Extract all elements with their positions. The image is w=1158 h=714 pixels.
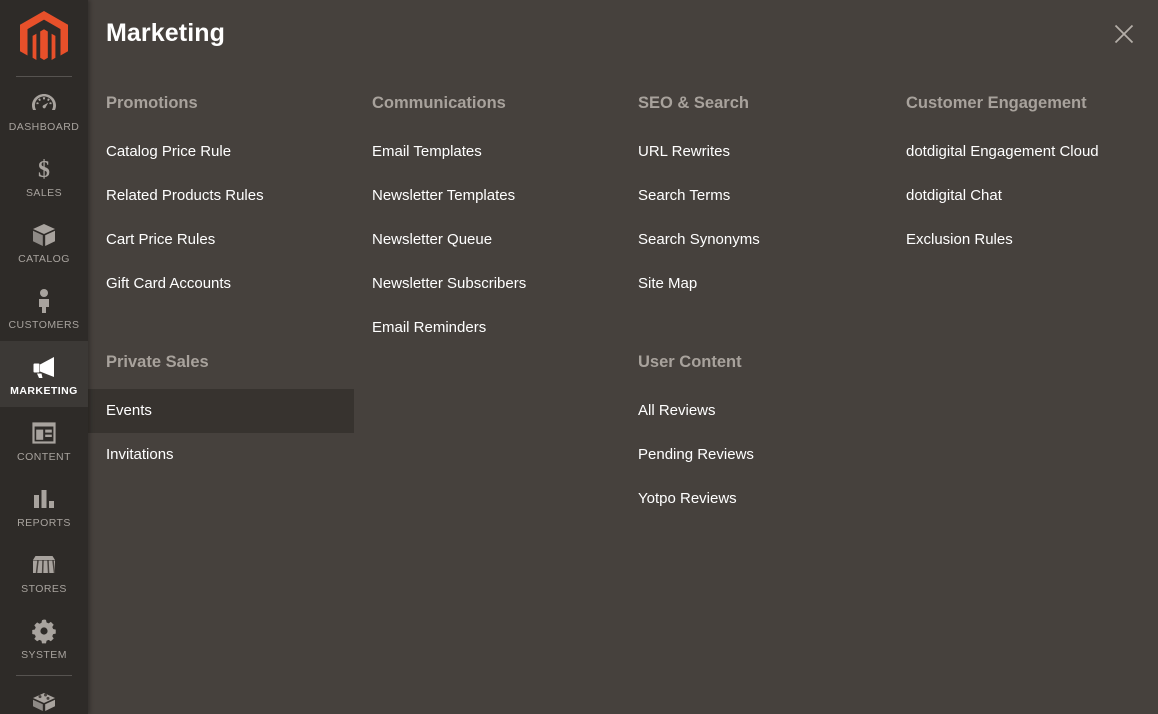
menu-item-email-reminders[interactable]: Email Reminders — [354, 306, 620, 350]
menu-item-catalog-price-rule[interactable]: Catalog Price Rule — [88, 130, 354, 174]
admin-menu-overlay: DASHBOARD $ SALES CATALOG — [0, 0, 1158, 714]
menu-item-newsletter-templates[interactable]: Newsletter Templates — [354, 174, 620, 218]
menu-group-customer-engagement: Customer Engagement dotdigital Engagemen… — [888, 93, 1146, 262]
menu-group-title: Promotions — [88, 93, 354, 113]
sidebar-item-system[interactable]: SYSTEM — [0, 605, 88, 671]
sidebar-item-catalog[interactable]: CATALOG — [0, 209, 88, 275]
sidebar-item-sales[interactable]: $ SALES — [0, 143, 88, 209]
menu-item-newsletter-subscribers[interactable]: Newsletter Subscribers — [354, 262, 620, 306]
box-icon — [2, 220, 86, 250]
marketing-menu-panel: Marketing Promotions Catalog Price Rule … — [88, 0, 1158, 714]
sidebar-item-label: STORES — [2, 583, 86, 596]
menu-item-events[interactable]: Events — [88, 389, 354, 433]
menu-item-url-rewrites[interactable]: URL Rewrites — [620, 130, 888, 174]
megaphone-icon — [2, 352, 86, 382]
sidebar-item-label: REPORTS — [2, 517, 86, 530]
storefront-icon — [2, 550, 86, 580]
menu-item-related-products-rules[interactable]: Related Products Rules — [88, 174, 354, 218]
sidebar-item-label: DASHBOARD — [2, 121, 86, 134]
sidebar-item-reports[interactable]: REPORTS — [0, 473, 88, 539]
menu-item-search-synonyms[interactable]: Search Synonyms — [620, 218, 888, 262]
layout-page-icon — [2, 418, 86, 448]
menu-group-seo-search: SEO & Search URL Rewrites Search Terms S… — [620, 93, 888, 306]
menu-item-dotdigital-engagement-cloud[interactable]: dotdigital Engagement Cloud — [888, 130, 1146, 174]
menu-item-cart-price-rules[interactable]: Cart Price Rules — [88, 218, 354, 262]
sidebar-item-label: MARKETING — [2, 385, 86, 398]
menu-group-title: User Content — [620, 352, 888, 372]
menu-group-title: SEO & Search — [620, 93, 888, 113]
sidebar-item-content[interactable]: CONTENT — [0, 407, 88, 473]
sidebar-item-stores[interactable]: STORES — [0, 539, 88, 605]
menu-group-promotions: Promotions Catalog Price Rule Related Pr… — [88, 93, 354, 306]
menu-group-title: Private Sales — [88, 352, 354, 372]
menu-item-pending-reviews[interactable]: Pending Reviews — [620, 433, 888, 477]
sidebar-item-find-partners-extensions[interactable]: FIND PARTNERS & EXTENSIONS — [0, 676, 88, 714]
menu-column-communications: Communications Email Templates Newslette… — [354, 70, 620, 714]
menu-item-yotpo-reviews[interactable]: Yotpo Reviews — [620, 477, 888, 521]
menu-group-user-content: User Content All Reviews Pending Reviews… — [620, 352, 888, 521]
dollar-sign-icon: $ — [2, 154, 86, 184]
menu-column-promotions: Promotions Catalog Price Rule Related Pr… — [88, 70, 354, 714]
sidebar-item-marketing[interactable]: MARKETING — [0, 341, 88, 407]
svg-text:$: $ — [38, 157, 50, 182]
sidebar-item-label: CUSTOMERS — [2, 319, 86, 332]
menu-columns: Promotions Catalog Price Rule Related Pr… — [88, 70, 1158, 714]
menu-item-all-reviews[interactable]: All Reviews — [620, 389, 888, 433]
gear-icon — [2, 616, 86, 646]
sidebar-item-label: CATALOG — [2, 253, 86, 266]
sidebar-item-customers[interactable]: CUSTOMERS — [0, 275, 88, 341]
close-icon[interactable] — [1107, 17, 1141, 51]
menu-item-dotdigital-chat[interactable]: dotdigital Chat — [888, 174, 1146, 218]
magento-logo[interactable] — [0, 0, 88, 76]
menu-item-exclusion-rules[interactable]: Exclusion Rules — [888, 218, 1146, 262]
sidebar-item-label: CONTENT — [2, 451, 86, 464]
menu-group-private-sales: Private Sales Events Invitations — [88, 352, 354, 477]
menu-item-search-terms[interactable]: Search Terms — [620, 174, 888, 218]
menu-group-communications: Communications Email Templates Newslette… — [354, 93, 620, 350]
menu-column-seo-search: SEO & Search URL Rewrites Search Terms S… — [620, 70, 888, 714]
person-icon — [2, 286, 86, 316]
bar-chart-icon — [2, 484, 86, 514]
sidebar-item-label: SALES — [2, 187, 86, 200]
sidebar-item-label: SYSTEM — [2, 649, 86, 662]
menu-item-site-map[interactable]: Site Map — [620, 262, 888, 306]
menu-item-newsletter-queue[interactable]: Newsletter Queue — [354, 218, 620, 262]
dashboard-gauge-icon — [2, 88, 86, 118]
menu-item-email-templates[interactable]: Email Templates — [354, 130, 620, 174]
menu-item-invitations[interactable]: Invitations — [88, 433, 354, 477]
page-title: Marketing — [106, 19, 225, 48]
sidebar-item-dashboard[interactable]: DASHBOARD — [0, 77, 88, 143]
panel-header: Marketing — [88, 0, 1158, 70]
menu-item-gift-card-accounts[interactable]: Gift Card Accounts — [88, 262, 354, 306]
menu-group-title: Communications — [354, 93, 620, 113]
admin-sidebar: DASHBOARD $ SALES CATALOG — [0, 0, 88, 714]
menu-column-customer-engagement: Customer Engagement dotdigital Engagemen… — [888, 70, 1146, 714]
menu-group-title: Customer Engagement — [888, 93, 1146, 113]
extension-blocks-icon — [2, 687, 86, 714]
